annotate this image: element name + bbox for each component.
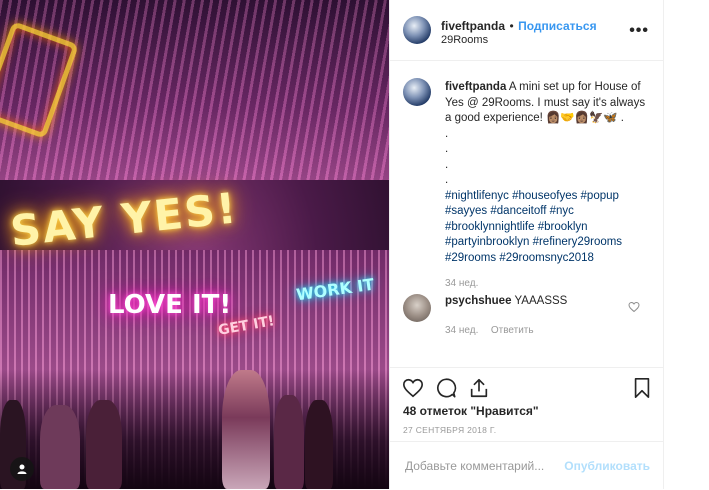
add-comment-bar: Опубликовать: [390, 441, 663, 490]
author-username[interactable]: fiveftpanda: [441, 19, 505, 33]
post-header: fiveftpanda • Подписаться 29Rooms •••: [390, 0, 663, 61]
crowd-silhouette: [40, 405, 80, 489]
separator-dot: •: [509, 19, 514, 33]
comment-body: psychshuee YAAASSS: [445, 295, 567, 307]
post-side-panel: fiveftpanda • Подписаться 29Rooms ••• fi…: [389, 0, 664, 489]
comment-input[interactable]: [403, 458, 567, 474]
author-avatar[interactable]: [403, 16, 431, 44]
crowd-silhouette: [274, 395, 304, 489]
post-date[interactable]: 27 СЕНТЯБРЯ 2018 Г.: [403, 425, 496, 435]
caption: fiveftpanda A mini set up for House of Y…: [445, 80, 650, 292]
likes-count[interactable]: 48 отметок "Нравится": [403, 404, 539, 418]
comment-bubble-icon: [437, 378, 457, 398]
comments-area[interactable]: fiveftpanda A mini set up for House of Y…: [390, 61, 663, 367]
performer-silhouette: [222, 370, 270, 489]
share-icon: [470, 378, 488, 398]
heart-icon: [403, 378, 423, 398]
tagged-users-button[interactable]: [10, 457, 34, 481]
user-icon: [17, 464, 27, 474]
save-button[interactable]: [630, 376, 654, 400]
like-button[interactable]: [401, 376, 425, 400]
commenter-username[interactable]: psychshuee: [445, 295, 511, 307]
neon-say-yes: SAY YES!: [8, 183, 241, 256]
heart-icon: [628, 301, 640, 313]
neon-love-it: LOVE IT!: [108, 290, 232, 320]
post-location[interactable]: 29Rooms: [441, 34, 488, 46]
comment-item: psychshuee YAAASSS 34 нед. Ответить: [390, 289, 663, 339]
caption-dot: .: [445, 143, 449, 155]
more-options-icon[interactable]: •••: [629, 22, 649, 40]
author-line: fiveftpanda • Подписаться: [441, 17, 597, 35]
bookmark-icon: [634, 378, 650, 398]
comment-like-button[interactable]: [628, 300, 642, 314]
share-button[interactable]: [467, 376, 491, 400]
caption-dot: .: [445, 158, 449, 171]
comment-time[interactable]: 34 нед.: [445, 325, 478, 336]
caption-dot: .: [445, 174, 449, 186]
caption-hashtags[interactable]: #nightlifenyc #houseofyes #popup #sayyes…: [445, 189, 650, 267]
publish-button[interactable]: Опубликовать: [564, 459, 650, 473]
follow-button[interactable]: Подписаться: [518, 19, 596, 33]
caption-author-avatar[interactable]: [403, 78, 431, 106]
reply-button[interactable]: Ответить: [491, 325, 534, 336]
post-photo[interactable]: SAY YES! LOVE IT! GET IT! WORK IT: [0, 0, 389, 489]
commenter-avatar[interactable]: [403, 294, 431, 322]
crowd-silhouette: [86, 400, 122, 489]
comment-text: YAAASSS: [514, 295, 568, 307]
caption-dot: .: [445, 127, 449, 140]
comment-meta: 34 нед. Ответить: [445, 320, 534, 338]
caption-author[interactable]: fiveftpanda: [445, 81, 506, 93]
comment-button[interactable]: [434, 376, 458, 400]
crowd-silhouette: [305, 400, 333, 489]
